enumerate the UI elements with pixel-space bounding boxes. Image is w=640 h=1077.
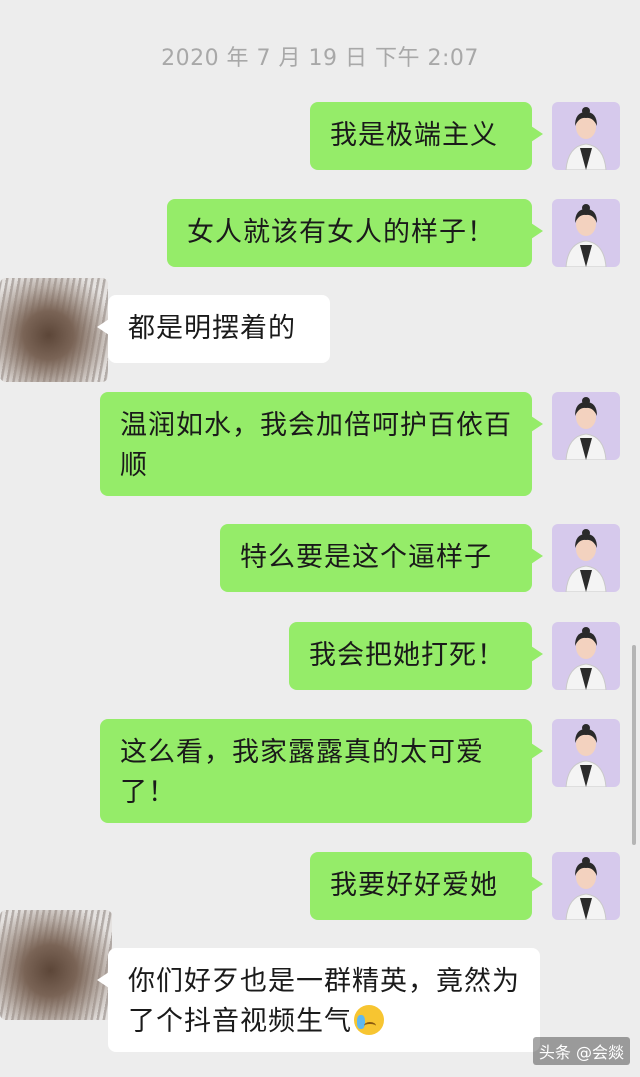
message-bubble-outgoing[interactable]: 我会把她打死！: [289, 622, 543, 690]
chat-scrollbar[interactable]: [632, 645, 636, 845]
my-avatar[interactable]: [552, 719, 620, 787]
chat-timestamp: 2020 年 7 月 19 日 下午 2:07: [161, 46, 479, 71]
message-bubble-incoming[interactable]: 你们好歹也是一群精英，竟然为了个抖音视频生气: [97, 948, 540, 1052]
cartoon-girl-avatar-icon: [565, 724, 607, 787]
cartoon-girl-avatar-icon: [565, 397, 607, 460]
message-bubble-outgoing[interactable]: 这么看，我家露露真的太可爱了！: [100, 719, 543, 823]
cartoon-girl-avatar-icon: [565, 627, 607, 690]
my-avatar[interactable]: [552, 524, 620, 592]
cartoon-girl-avatar-icon: [565, 107, 607, 170]
cartoon-girl-avatar-icon: [565, 529, 607, 592]
watermark: 头条 @会燚: [532, 1037, 630, 1065]
my-avatar[interactable]: [552, 392, 620, 460]
message-text: 你们好歹也是一群精英，竟然为了个抖音视频生气: [128, 966, 520, 1037]
message-bubble-incoming[interactable]: 都是明摆着的: [97, 295, 330, 363]
message-bubble-outgoing[interactable]: 我是极端主义: [310, 102, 543, 170]
message-bubble-outgoing[interactable]: 女人就该有女人的样子！: [167, 199, 543, 267]
my-avatar[interactable]: [552, 852, 620, 920]
message-bubble-outgoing[interactable]: 我要好好爱她: [310, 852, 543, 920]
contact-avatar[interactable]: [0, 278, 108, 382]
cartoon-girl-avatar-icon: [565, 204, 607, 267]
message-bubble-outgoing[interactable]: 特么要是这个逼样子: [220, 524, 543, 592]
cartoon-girl-avatar-icon: [565, 857, 607, 920]
my-avatar[interactable]: [552, 199, 620, 267]
my-avatar[interactable]: [552, 622, 620, 690]
contact-avatar[interactable]: [0, 910, 112, 1020]
crying-face-icon: [354, 1005, 384, 1035]
message-bubble-outgoing[interactable]: 温润如水，我会加倍呵护百依百顺: [100, 392, 543, 496]
my-avatar[interactable]: [552, 102, 620, 170]
